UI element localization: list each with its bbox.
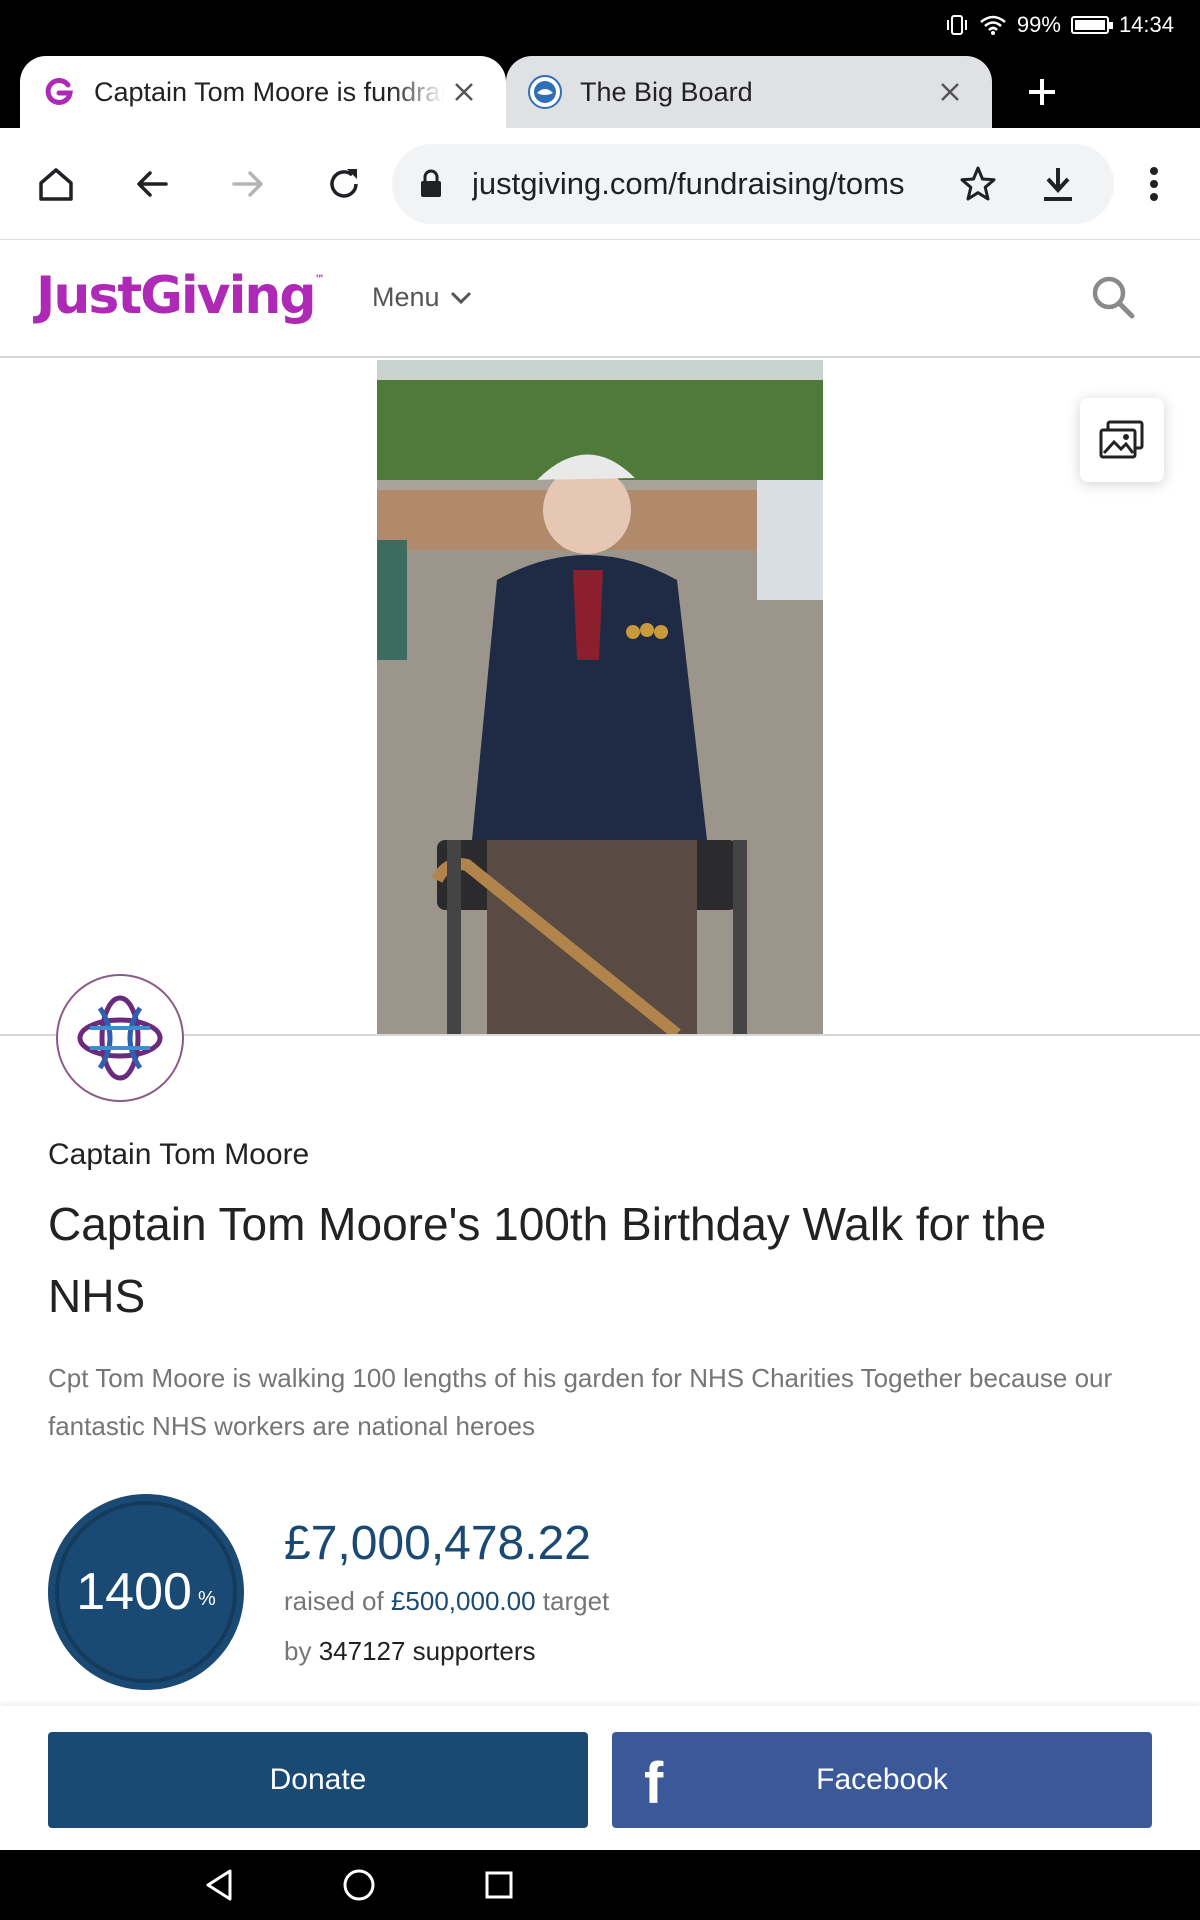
more-options-button[interactable] bbox=[1124, 154, 1184, 214]
raised-amount: £7,000,478.22 bbox=[284, 1517, 591, 1570]
search-button[interactable] bbox=[1090, 274, 1146, 330]
download-icon bbox=[1044, 168, 1072, 201]
nav-home-button[interactable] bbox=[336, 1862, 382, 1908]
reload-button[interactable] bbox=[314, 154, 374, 214]
arrow-right-icon bbox=[232, 171, 263, 197]
facebook-label: Facebook bbox=[816, 1763, 948, 1796]
battery-percent: 99% bbox=[1016, 12, 1061, 37]
fundraiser-name[interactable]: Captain Tom Moore bbox=[48, 1138, 309, 1172]
progress-circle: 1400 % bbox=[48, 1494, 244, 1690]
facebook-icon: f bbox=[644, 1751, 664, 1816]
square-recents-icon bbox=[485, 1871, 513, 1899]
battery-icon bbox=[1070, 16, 1113, 34]
circle-home-icon bbox=[343, 1869, 375, 1901]
nav-back-button[interactable] bbox=[196, 1862, 242, 1908]
status-bar: 99% 14:34 bbox=[0, 0, 1200, 50]
hero-section bbox=[0, 358, 1200, 1036]
close-tab-icon[interactable] bbox=[930, 72, 970, 112]
donate-label: Donate bbox=[269, 1763, 367, 1796]
charity-logo[interactable] bbox=[56, 974, 184, 1102]
donate-button[interactable]: Donate bbox=[48, 1732, 588, 1828]
new-tab-button[interactable] bbox=[1012, 66, 1072, 118]
bookmark-star-button[interactable] bbox=[954, 160, 1002, 208]
home-icon bbox=[39, 168, 73, 201]
action-bar: Donate f Facebook bbox=[0, 1706, 1200, 1850]
url-text[interactable]: justgiving.com/fundraising/toms bbox=[472, 166, 932, 202]
fundraiser-photo bbox=[377, 360, 823, 1034]
tab-justgiving[interactable]: Captain Tom Moore is fundraising for NHS… bbox=[20, 56, 506, 128]
image-gallery-icon bbox=[1099, 420, 1144, 459]
justgiving-logo[interactable]: JustGiving™ bbox=[36, 266, 325, 326]
gallery-button[interactable] bbox=[1080, 398, 1164, 482]
reload-icon bbox=[330, 169, 358, 198]
target-amount: £500,000.00 bbox=[390, 1586, 536, 1616]
triangle-back-icon bbox=[206, 1869, 232, 1901]
back-button[interactable] bbox=[122, 154, 182, 214]
search-icon bbox=[1092, 276, 1135, 319]
tab-big-board[interactable]: The Big Board bbox=[506, 56, 992, 128]
site-header: JustGiving™ Menu bbox=[0, 240, 1200, 358]
page-description: Cpt Tom Moore is walking 100 lengths of … bbox=[48, 1363, 1113, 1441]
chevron-down-icon bbox=[450, 291, 471, 304]
arrow-left-icon bbox=[137, 171, 168, 197]
plus-icon bbox=[1029, 79, 1055, 105]
download-button[interactable] bbox=[1034, 160, 1082, 208]
wifi-icon bbox=[980, 15, 1006, 35]
nav-recents-button[interactable] bbox=[476, 1862, 522, 1908]
supporters-line: by 347127 supporters bbox=[284, 1636, 536, 1666]
justgiving-g-icon bbox=[42, 75, 76, 109]
star-icon bbox=[960, 166, 996, 201]
target-line: raised of £500,000.00 target bbox=[284, 1586, 610, 1616]
address-bar[interactable]: justgiving.com/fundraising/toms bbox=[392, 144, 1114, 224]
supporters-count[interactable]: 347127 supporters bbox=[319, 1636, 536, 1666]
brighton-club-icon bbox=[528, 75, 562, 109]
menu-button[interactable]: Menu bbox=[372, 282, 472, 313]
browser-toolbar: justgiving.com/fundraising/toms bbox=[0, 128, 1200, 240]
more-vert-icon bbox=[1150, 167, 1158, 201]
tab-title: Captain Tom Moore is fundraising for NHS… bbox=[94, 76, 444, 107]
page-title: Captain Tom Moore's 100th Birthday Walk … bbox=[48, 1198, 1047, 1322]
home-button[interactable] bbox=[26, 154, 86, 214]
tab-title: The Big Board bbox=[580, 76, 753, 107]
lock-icon bbox=[421, 169, 441, 197]
forward-button[interactable] bbox=[218, 154, 278, 214]
vibrate-icon bbox=[946, 15, 967, 35]
facebook-share-button[interactable]: f Facebook bbox=[612, 1732, 1152, 1828]
clock: 14:34 bbox=[1118, 12, 1174, 37]
close-tab-icon[interactable] bbox=[444, 72, 484, 112]
menu-label: Menu bbox=[372, 282, 440, 312]
system-navigation-bar bbox=[0, 1850, 1200, 1920]
